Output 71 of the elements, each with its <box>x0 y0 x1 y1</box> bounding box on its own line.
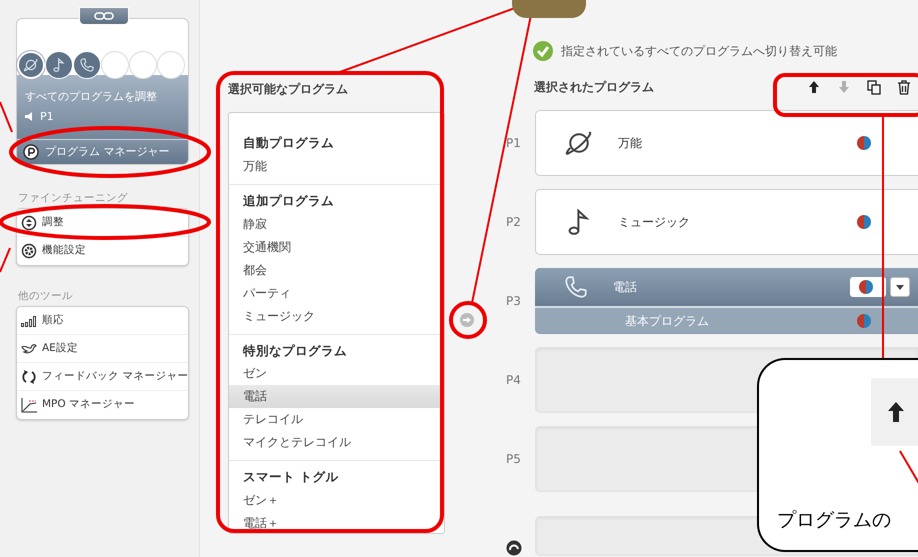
list-item[interactable]: ミュージック <box>229 304 444 328</box>
list-item[interactable]: テレコイル <box>229 408 444 432</box>
p-circle-icon <box>23 144 39 160</box>
balance-icon <box>858 279 874 295</box>
arrow-right-icon <box>463 317 471 323</box>
group-heading: スマート トグル <box>242 468 340 486</box>
link-button[interactable] <box>79 7 129 25</box>
slot-label: P2 <box>505 214 522 231</box>
program-number: P1 <box>40 108 54 124</box>
highlight-circle <box>449 301 487 339</box>
list-item[interactable]: 電話＋ <box>229 512 444 535</box>
curve-chart-icon <box>21 397 37 413</box>
sub-program-name: 基本プログラム <box>625 312 709 330</box>
balance-icon <box>856 312 872 328</box>
adjust-icon <box>21 214 37 230</box>
status-text: 指定されているすべてのプログラムへ切り替え可能 <box>561 43 837 60</box>
trash-icon <box>896 79 912 95</box>
link-icon <box>94 11 114 21</box>
check-icon <box>532 40 554 62</box>
group-heading: 追加プログラム <box>242 192 335 210</box>
balance-icon <box>856 135 872 151</box>
nav-item[interactable]: プログラム マネージャー <box>17 139 188 164</box>
list-item[interactable]: パーティ <box>229 282 444 304</box>
slot-label: P3 <box>505 293 522 310</box>
leader-line <box>0 248 11 272</box>
slot-label: P1 <box>505 135 522 152</box>
balance-icon <box>856 214 872 230</box>
speaker-icon <box>25 112 34 122</box>
arrow-up-icon <box>806 79 822 95</box>
copy-icon <box>866 79 882 95</box>
section-label: 他のツール <box>17 290 74 302</box>
menu-item[interactable]: 機能設定 <box>17 237 188 265</box>
planet-icon <box>23 57 39 73</box>
program-slot-card[interactable]: ミュージック <box>535 189 918 255</box>
arrow-down-icon <box>836 79 852 95</box>
list-item[interactable]: ゼン <box>229 362 444 386</box>
menu-item[interactable]: AE設定 <box>17 335 188 363</box>
list-item[interactable]: ゼン＋ <box>229 489 444 512</box>
panel-heading: 選択されたプログラム <box>534 79 654 96</box>
program-slot-card[interactable]: 万能 <box>535 110 918 176</box>
menu-item[interactable]: フィードバック マネージャー <box>17 363 188 391</box>
phone-icon <box>563 274 589 300</box>
group-heading: 自動プログラム <box>242 134 335 152</box>
phone-icon <box>79 57 95 73</box>
music-note-icon <box>51 57 67 73</box>
loop-icon <box>506 540 522 556</box>
program-name: 電話 <box>613 279 637 296</box>
caret-icon <box>896 284 904 290</box>
menu-item[interactable]: 順応 <box>17 307 188 335</box>
list-item[interactable]: マイクとテレコイル <box>229 431 444 454</box>
section-label: ファインチューニング <box>17 192 129 204</box>
slot-label: P5 <box>505 451 522 468</box>
gear-icon <box>21 243 37 259</box>
list-item[interactable]: 万能 <box>229 154 444 178</box>
panel-title: すべてのプログラムを調整 <box>25 89 158 105</box>
dropdown-button[interactable] <box>890 277 910 297</box>
program-name: 万能 <box>618 135 642 152</box>
callout-text: プログラムの <box>777 508 891 533</box>
list-item[interactable]: 静寂 <box>229 212 444 236</box>
program-name: ミュージック <box>618 214 690 231</box>
menu-item[interactable]: MPO マネージャー <box>17 391 188 419</box>
leader-line <box>899 450 918 486</box>
arrow-up-icon <box>886 401 904 423</box>
refresh-icon <box>21 368 37 384</box>
slot-label: P4 <box>505 372 522 389</box>
list-item[interactable]: 都会 <box>229 258 444 282</box>
group-heading: 特別なプログラム <box>242 342 348 360</box>
list-item[interactable]: 交通機関 <box>229 236 444 258</box>
leader-line <box>0 102 13 132</box>
menu-item[interactable]: 調整 <box>17 209 188 237</box>
panel-heading: 選択可能なプログラム <box>228 81 349 98</box>
